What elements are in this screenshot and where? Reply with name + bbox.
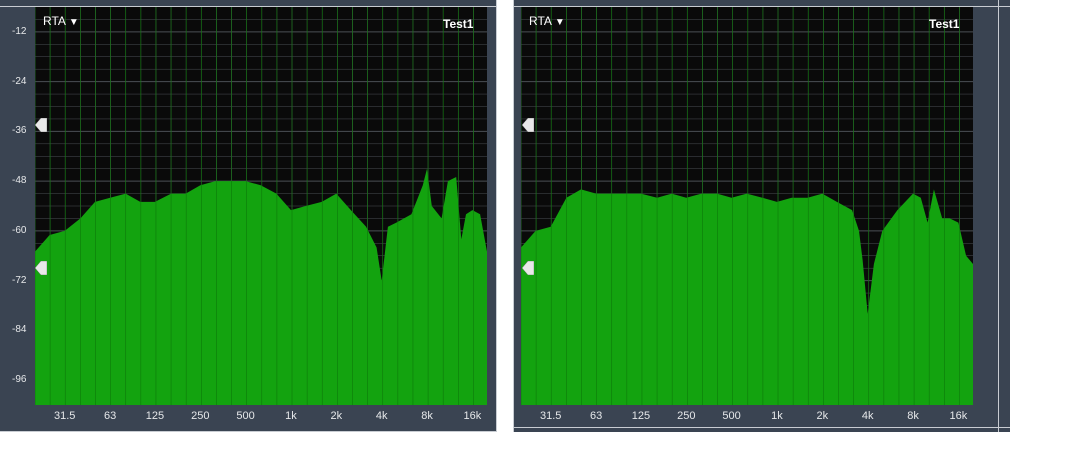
upper-range-marker-icon[interactable] [522, 118, 534, 132]
rta-panel-right: RTA ▼ Test1 31.5 63 125 250 500 1k 2k 4k 8k 16k [513, 0, 1010, 432]
x-tick-label: 8k [907, 410, 919, 422]
x-tick-label: 125 [145, 410, 165, 422]
rta-mode-dropdown[interactable]: RTA ▼ [529, 14, 565, 28]
rta-mode-label: RTA [529, 14, 552, 28]
x-tick-label: 250 [677, 410, 696, 422]
x-tick-label: 31.5 [54, 410, 76, 422]
spectrum-area [521, 189, 973, 405]
rta-plot-area [521, 7, 973, 405]
trace-name-label: Test1 [929, 17, 960, 31]
y-tick-label: -60 [12, 224, 27, 236]
x-tick-label: 1k [771, 410, 783, 422]
x-tick-label: 4k [861, 410, 874, 422]
lower-range-marker-icon[interactable] [522, 261, 534, 275]
panel-border-right [998, 0, 999, 432]
trace-name-label: Test1 [443, 17, 474, 31]
y-tick-label: -12 [12, 25, 27, 37]
x-tick-label: 500 [236, 410, 255, 422]
y-tick-label: -96 [12, 374, 27, 386]
x-tick-label: 63 [589, 410, 603, 422]
x-tick-label: 250 [191, 410, 210, 422]
panel-border-right [496, 0, 497, 432]
lower-range-marker-icon[interactable] [35, 261, 47, 275]
y-tick-label: -72 [12, 274, 27, 286]
rta-graph [35, 7, 487, 405]
x-tick-label: 125 [631, 410, 651, 422]
panel-border-bottom [0, 431, 497, 432]
rta-plot-area [35, 7, 487, 405]
dropdown-caret-icon: ▼ [68, 17, 79, 28]
x-tick-label: 31.5 [540, 410, 562, 422]
x-tick-label: 500 [722, 410, 741, 422]
upper-range-marker-icon[interactable] [35, 118, 47, 132]
y-tick-label: -84 [12, 324, 27, 336]
y-tick-label: -24 [12, 75, 27, 87]
x-tick-label: 63 [103, 410, 117, 422]
rta-graph [521, 7, 973, 405]
rta-panel-left: RTA ▼ Test1 -12 -24 -36 -48 -60 -72 -84 -96 31.5… [0, 0, 497, 432]
x-tick-label: 1k [285, 410, 297, 422]
panel-border-left [513, 0, 514, 432]
rta-mode-dropdown[interactable]: RTA ▼ [43, 14, 79, 28]
dropdown-caret-icon: ▼ [554, 17, 565, 28]
x-tick-label: 2k [816, 410, 829, 422]
x-tick-label: 4k [375, 410, 388, 422]
y-tick-label: -48 [12, 175, 27, 187]
x-tick-label: 2k [330, 410, 343, 422]
panel-border-bottom [513, 427, 1010, 428]
spectrum-area [35, 168, 487, 405]
x-tick-label: 16k [949, 410, 968, 422]
x-tick-label: 16k [463, 410, 482, 422]
x-tick-label: 8k [421, 410, 433, 422]
rta-mode-label: RTA [43, 14, 66, 28]
